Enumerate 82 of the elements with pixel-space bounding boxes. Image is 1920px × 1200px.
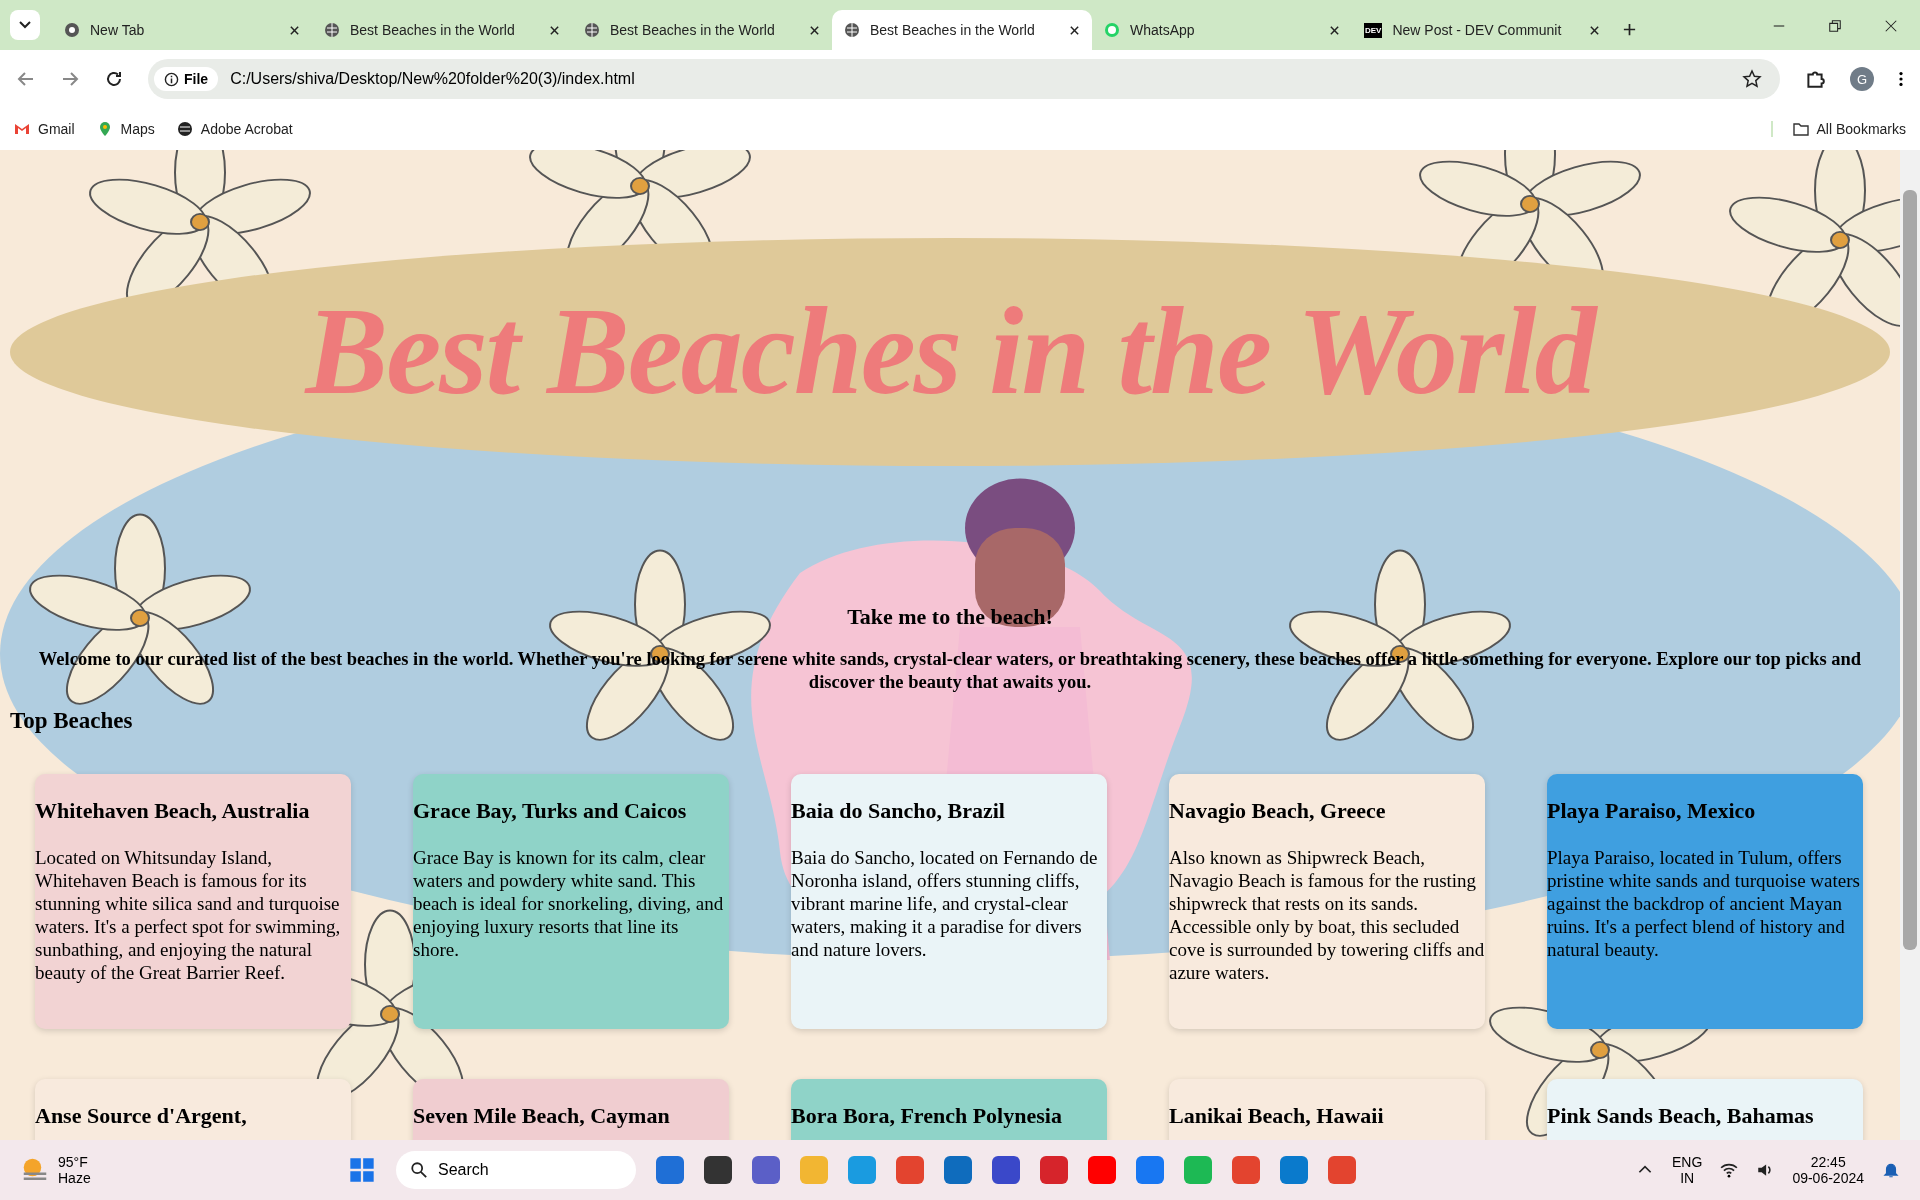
menu-icon[interactable] (1898, 70, 1904, 88)
card-title: Seven Mile Beach, Cayman (413, 1103, 671, 1129)
folder-icon (1792, 121, 1809, 137)
restore-icon[interactable] (1828, 19, 1842, 33)
file-badge[interactable]: File (154, 67, 219, 91)
tab-title: New Tab (90, 22, 146, 38)
tab-title: New Post - DEV Communit (1392, 22, 1563, 38)
browser-tab[interactable]: Best Beaches in the World (572, 10, 832, 50)
close-icon[interactable] (1884, 19, 1898, 33)
browser-tab[interactable]: Best Beaches in the World (832, 10, 1092, 50)
chrome-icon (64, 22, 80, 38)
clock[interactable]: 22:45 09-06-2024 (1792, 1154, 1864, 1186)
bookmark-label: Maps (120, 121, 155, 137)
temperature: 95°F (58, 1154, 89, 1170)
bookmark-label: Gmail (38, 121, 75, 137)
all-bookmarks-label: All Bookmarks (1816, 121, 1906, 137)
url-text: C:/Users/shiva/Desktop/New%20folder%20(3)/index.html (230, 70, 636, 88)
tab-title: Best Beaches in the World (870, 22, 1036, 38)
card-text: Grace Bay is known for its calm, clear waters and powdery white sand. This beach is ideal for snorkeling, diving, and enjoying luxury resorts that line its shore. (413, 846, 725, 961)
app-icon[interactable] (752, 1156, 780, 1184)
card-title: Grace Bay, Turks and Caicos (413, 798, 688, 824)
windows-start-icon[interactable] (348, 1156, 376, 1184)
scrollbar[interactable] (1900, 150, 1920, 1140)
card-title: Baia do Sancho, Brazil (791, 798, 1006, 824)
weather-widget[interactable]: 95°F Haze (20, 1154, 320, 1186)
card-title: Whitehaven Beach, Australia (35, 798, 311, 824)
browser-tab[interactable]: New Tab (52, 10, 312, 50)
plus-icon[interactable] (1622, 22, 1637, 37)
browser-tab[interactable]: WhatsApp (1092, 10, 1352, 50)
taskbar-search-field[interactable]: Search (396, 1151, 636, 1189)
globe-icon (584, 22, 600, 38)
globe-icon (844, 22, 860, 38)
close-icon[interactable] (809, 24, 820, 36)
card-text: Playa Paraiso, located in Tulum, offers pristine white sands and turquoise waters against the backdrop of ancient Mayan ruins. It's a perfect blend of history and natural beauty. (1547, 846, 1861, 961)
card-text: Also known as Shipwreck Beach, Navagio Beach is famous for the rusting shipwreck that rests on its sands. Accessible only by boat, this secluded cove is surrounded by towering cliffs and azure waters. (1169, 846, 1485, 984)
subtitle: Take me to the beach! (846, 604, 1054, 630)
bookmark-link[interactable]: Gmail (14, 121, 75, 137)
close-icon[interactable] (1329, 24, 1340, 36)
app-icon[interactable] (944, 1156, 972, 1184)
card-title: Navagio Beach, Greece (1169, 798, 1387, 824)
tab-title: Best Beaches in the World (610, 22, 776, 38)
file-label: File (184, 71, 209, 87)
browser-tab[interactable]: DEV New Post - DEV Communit (1352, 10, 1612, 50)
puzzle-icon[interactable] (1804, 68, 1826, 90)
card-title: Anse Source d'Argent, (35, 1103, 248, 1129)
card-title: Bora Bora, French Polynesia (791, 1103, 1063, 1129)
browser-tab[interactable]: Best Beaches in the World (312, 10, 572, 50)
globe-icon (324, 22, 340, 38)
card-text: Baia do Sancho, located on Fernando de Noronha island, offers stunning cliffs, vibrant marine life, and crystal-clear waters, making it a paradise for divers and nature lovers. (791, 846, 1099, 961)
app-icon[interactable] (992, 1156, 1020, 1184)
star-icon[interactable] (1742, 69, 1762, 89)
weather-condition: Haze (58, 1170, 91, 1186)
dev-logo-icon: DEV (1364, 22, 1383, 38)
card-text: Located on Whitsunday Island, Whitehaven Beach is famous for its stunning white silica sand and turquoise waters. It's a perfect spot for swimming, sunbathing, and enjoying the natural beauty of the Great Barrier Reef. (35, 846, 342, 984)
card-title: Pink Sands Beach, Bahamas (1547, 1103, 1815, 1129)
bookmark-link[interactable]: Maps (96, 121, 155, 137)
card-title: Playa Paraiso, Mexico (1547, 798, 1757, 824)
page-title: Best Beaches in the World (305, 282, 1595, 422)
chevron-down-icon[interactable] (10, 10, 40, 40)
bookmark-link[interactable]: Adobe Acrobat (176, 121, 293, 137)
close-icon[interactable] (1589, 24, 1600, 36)
bookmark-label: Adobe Acrobat (200, 121, 293, 137)
tab-title: Best Beaches in the World (350, 22, 516, 38)
section-heading: Top Beaches (10, 708, 134, 734)
address-field[interactable]: File C:/Users/shiva/Desktop/New%20folder%20(3)/index.html (148, 59, 1780, 99)
profile-avatar[interactable]: G (1850, 67, 1874, 91)
chat-bubble-icon (1104, 22, 1120, 38)
close-icon[interactable] (1069, 24, 1080, 36)
all-bookmarks-button[interactable]: All Bookmarks (1770, 121, 1906, 137)
card-title: Lanikai Beach, Hawaii (1169, 1103, 1385, 1129)
app-icon[interactable] (704, 1156, 732, 1184)
close-icon[interactable] (549, 24, 560, 36)
tab-title: WhatsApp (1130, 22, 1196, 38)
search-icon (410, 1161, 428, 1179)
bell-icon[interactable] (1882, 1161, 1900, 1179)
info-icon (164, 71, 179, 87)
close-icon[interactable] (289, 24, 300, 36)
envelope-icon (14, 121, 30, 137)
reload-icon[interactable] (104, 69, 124, 89)
globe-icon (176, 121, 193, 137)
language-indicator[interactable]: ENG IN (1672, 1154, 1703, 1186)
wifi-icon[interactable] (1720, 1161, 1739, 1179)
